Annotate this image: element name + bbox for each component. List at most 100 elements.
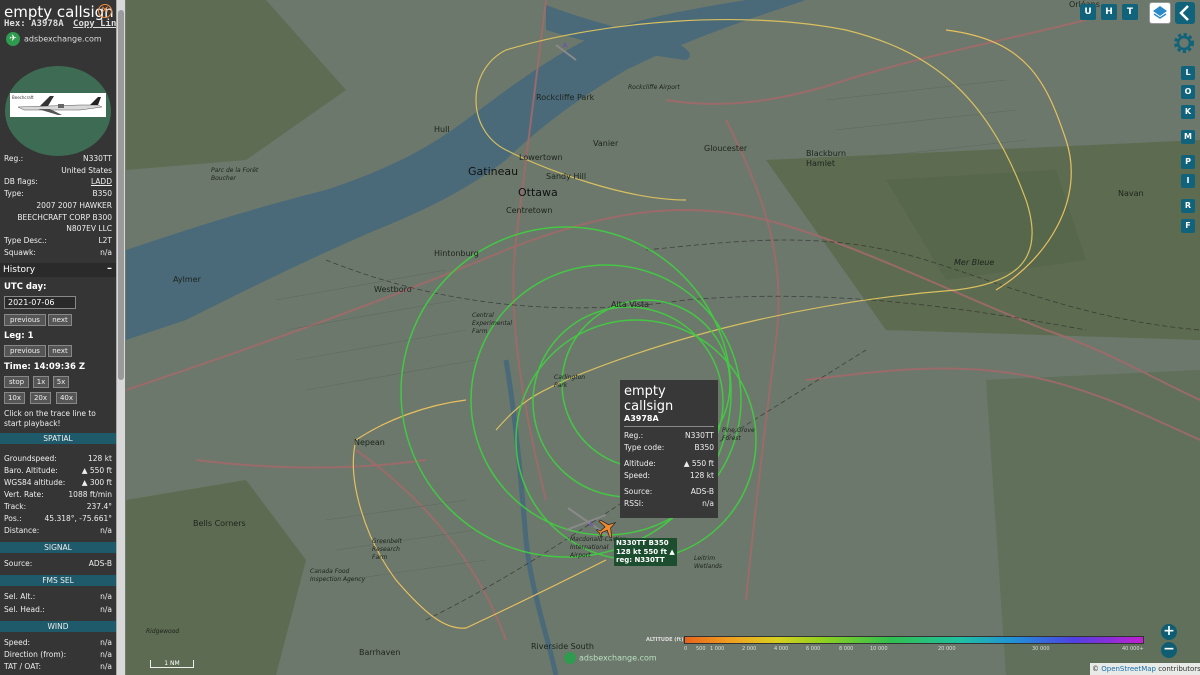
speed-5x-button[interactable]: 5x — [53, 376, 69, 388]
kv-row: Direction (from): n/a — [4, 650, 112, 662]
adsbx-site-link[interactable]: ✈ adsbexchange.com — [6, 32, 102, 46]
kv-value[interactable]: LADD — [91, 177, 112, 186]
altitude-tick: 6 000 — [806, 646, 821, 652]
popup-row: Reg.: N330TT — [624, 431, 714, 440]
collapse-left-icon[interactable] — [1175, 2, 1195, 24]
altitude-tick: 0 — [684, 646, 688, 652]
toolbar-button-p[interactable]: P — [1181, 155, 1195, 169]
popup-row: Altitude: ▲ 550 ft — [624, 459, 714, 468]
place-label: Bells Corners — [193, 519, 246, 528]
osm-link[interactable]: OpenStreetMap — [1101, 665, 1156, 673]
altitude-tick: 500 — [696, 646, 706, 652]
map-attribution: © OpenStreetMap contributors. — [1090, 663, 1200, 675]
utc-day-label: UTC day: — [4, 282, 47, 292]
close-icon[interactable]: ✕ — [98, 4, 112, 18]
place-label: Carlington Park — [554, 374, 586, 389]
spatial-section-header[interactable]: SPATIAL — [0, 433, 116, 444]
kv-key: Direction (from): — [4, 650, 67, 659]
layers-icon[interactable] — [1149, 2, 1171, 24]
place-label: Parc de la Forêt Boucher — [211, 167, 259, 182]
utc-day-input[interactable]: 2021-07-06 — [4, 296, 76, 309]
kv-value: 237.4° — [86, 502, 112, 511]
sidebar-scrollbar[interactable] — [116, 0, 125, 675]
altitude-color-bar — [684, 636, 1144, 644]
place-label: Canada Food Inspection Agency — [310, 568, 366, 583]
kv-row: Track: 237.4° — [4, 502, 112, 514]
aircraft-photo[interactable]: Beechcraft — [10, 93, 106, 117]
history-header[interactable]: History – — [0, 263, 116, 277]
fms-section-header[interactable]: FMS SEL — [0, 575, 116, 586]
settings-gear-icon[interactable] — [1171, 30, 1197, 56]
wind-section-header[interactable]: WIND — [0, 621, 116, 632]
kv-row: Vert. Rate: 1088 ft/min — [4, 490, 112, 502]
toolbar-button-o[interactable]: O — [1181, 85, 1195, 99]
map-scale-bar: 1 NM — [150, 660, 194, 668]
toolbar-button-u[interactable]: U — [1080, 4, 1096, 20]
kv-value: 128 kt — [88, 454, 112, 463]
kv-key: WGS84 altitude: — [4, 478, 66, 487]
kv-value: ▲ 300 ft — [81, 478, 112, 487]
altitude-tick: 40 000+ — [1122, 646, 1144, 652]
place-label: Riverside South — [531, 642, 594, 651]
speed-stop-button[interactable]: stop — [4, 376, 29, 388]
speed-40x-button[interactable]: 40x — [56, 392, 77, 404]
kv-value: n/a — [100, 247, 112, 257]
kv-key: Pos.: — [4, 514, 22, 523]
kv-row: N807EV LLC — [4, 224, 112, 236]
scrollbar-thumb[interactable] — [118, 10, 124, 380]
zoom-out-icon[interactable]: − — [1161, 642, 1177, 658]
copy-link[interactable]: Copy Link — [73, 19, 116, 29]
altitude-tick: 1 000 — [710, 646, 725, 652]
history-title: History — [3, 265, 36, 275]
aircraft-label-line: N330TT B350 — [616, 539, 669, 547]
place-label: Nepean — [354, 438, 385, 447]
kv-key: DB flags: — [4, 177, 38, 187]
altitude-tick: 8 000 — [839, 646, 854, 652]
kv-value: 2007 2007 HAWKER — [36, 200, 112, 210]
aircraft-map-label[interactable]: N330TT B350 128 kt 550 ft ▲ reg: N330TT — [614, 538, 677, 566]
kv-key: Speed: — [4, 638, 31, 647]
collapse-history-button[interactable]: – — [107, 263, 112, 274]
hex-value: A3978A — [31, 19, 64, 29]
kv-row: BEECHCRAFT CORP B300 — [4, 213, 112, 225]
toolbar-button-r[interactable]: R — [1181, 199, 1195, 213]
kv-row: Squawk: n/a — [4, 248, 112, 260]
speed-10x-button[interactable]: 10x — [4, 392, 25, 404]
place-label: Aylmer — [173, 275, 201, 284]
kv-row: Source: ADS-B — [4, 559, 112, 571]
place-label: Ridgewood — [146, 628, 180, 635]
kv-value: n/a — [100, 650, 112, 659]
kv-key: Squawk: — [4, 247, 36, 257]
kv-value: B350 — [92, 189, 112, 199]
toolbar-button-t[interactable]: T — [1122, 4, 1138, 20]
toolbar-button-k[interactable]: K — [1181, 105, 1195, 119]
place-label: Pine Grove Forest — [722, 427, 755, 442]
toolbar-button-l[interactable]: L — [1181, 66, 1195, 80]
next-leg-button[interactable]: next — [48, 345, 72, 357]
altitude-legend-title: ALTITUDE (ft) — [646, 637, 684, 643]
next-day-button[interactable]: next — [48, 314, 72, 326]
speed-20x-button[interactable]: 20x — [30, 392, 51, 404]
kv-key: TAT / OAT: — [4, 662, 42, 671]
kv-key: Sel. Alt.: — [4, 592, 36, 601]
toolbar-button-f[interactable]: F — [1181, 219, 1195, 233]
kv-value: L2T — [98, 235, 112, 245]
place-label: Hintonburg — [434, 249, 479, 258]
previous-leg-button[interactable]: previous — [4, 345, 46, 357]
speed-1x-button[interactable]: 1x — [33, 376, 49, 388]
map-canvas[interactable]: Gatineau Ottawa Rockcliffe Park Vanier G… — [126, 0, 1200, 675]
zoom-in-icon[interactable]: + — [1161, 624, 1177, 640]
toolbar-button-m[interactable]: M — [1181, 130, 1195, 144]
place-label: Gloucester — [704, 144, 748, 153]
kv-value: 1088 ft/min — [68, 490, 112, 499]
altitude-tick: 10 000 — [870, 646, 888, 652]
place-label: Sandy Hill — [546, 172, 587, 181]
place-label: Vanier — [593, 139, 619, 148]
signal-section-header[interactable]: SIGNAL — [0, 542, 116, 553]
place-label: Centretown — [506, 206, 553, 215]
toolbar-button-i[interactable]: I — [1181, 174, 1195, 188]
kv-value: n/a — [100, 662, 112, 671]
toolbar-button-h[interactable]: H — [1101, 4, 1117, 20]
previous-day-button[interactable]: previous — [4, 314, 46, 326]
kv-value: United States — [61, 165, 112, 175]
